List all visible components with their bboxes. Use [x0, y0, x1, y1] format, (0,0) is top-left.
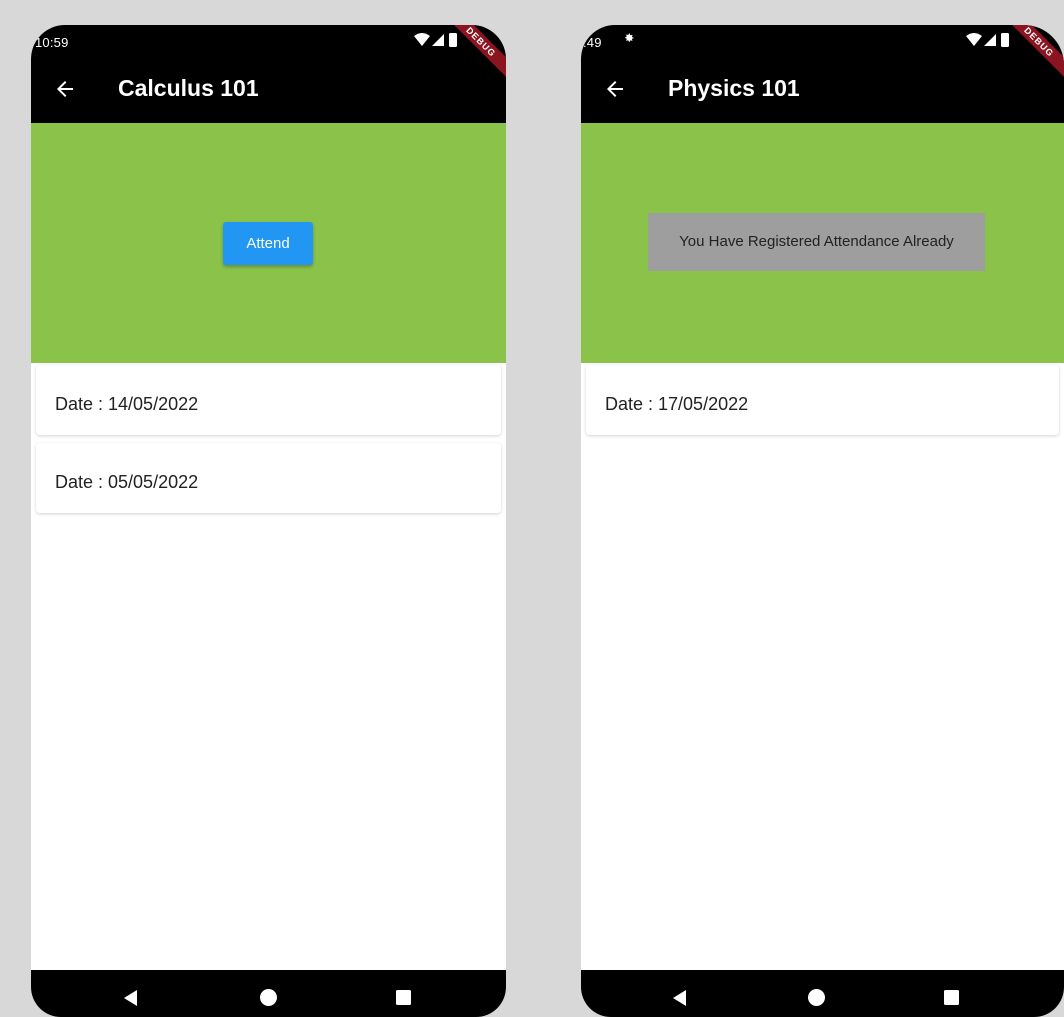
- nav-home-icon[interactable]: [808, 989, 825, 1006]
- phone-screen-calculus: 10:59 Calculus 101 DEBUG Attend Date : 1…: [31, 25, 506, 1017]
- session-date: Date : 14/05/2022: [55, 394, 199, 414]
- nav-recents-icon[interactable]: [944, 990, 959, 1005]
- nav-home-icon[interactable]: [260, 989, 277, 1006]
- phone-screen-physics: :49 Physics 101 DEBUG You Have Registere…: [581, 25, 1064, 1017]
- wifi-icon: [414, 33, 430, 46]
- session-card[interactable]: Date : 17/05/2022: [586, 365, 1059, 435]
- wifi-icon: [966, 33, 982, 46]
- attend-button[interactable]: Attend: [223, 222, 313, 265]
- app-bar: :49 Physics 101 DEBUG: [581, 25, 1064, 123]
- app-bar: 10:59 Calculus 101 DEBUG: [31, 25, 506, 123]
- battery-icon: [449, 33, 457, 47]
- signal-icon: [432, 34, 444, 46]
- page-title: Calculus 101: [118, 75, 259, 101]
- nav-back-icon[interactable]: [673, 990, 687, 1006]
- hero-panel: You Have Registered Attendance Already: [581, 123, 1064, 363]
- already-registered-notice: You Have Registered Attendance Already: [648, 213, 985, 271]
- signal-icon: [984, 34, 996, 46]
- battery-icon: [1001, 33, 1009, 47]
- system-nav-bar: [31, 970, 506, 1017]
- status-time: :49: [583, 35, 602, 50]
- back-arrow-icon[interactable]: [603, 77, 627, 101]
- session-list: Date : 14/05/2022 Date : 05/05/2022: [36, 365, 501, 521]
- status-time: 10:59: [35, 35, 69, 50]
- status-icons: [966, 33, 1009, 47]
- nav-back-icon[interactable]: [124, 990, 138, 1006]
- status-icons: [414, 33, 457, 47]
- page-title: Physics 101: [668, 75, 800, 101]
- settings-icon: [625, 33, 634, 42]
- session-card[interactable]: Date : 14/05/2022: [36, 365, 501, 435]
- back-arrow-icon[interactable]: [53, 77, 77, 101]
- nav-recents-icon[interactable]: [396, 990, 411, 1005]
- system-nav-bar: [581, 970, 1064, 1017]
- session-date: Date : 17/05/2022: [605, 394, 749, 414]
- session-date: Date : 05/05/2022: [55, 472, 199, 492]
- hero-panel: Attend: [31, 123, 506, 363]
- session-card[interactable]: Date : 05/05/2022: [36, 443, 501, 513]
- session-list: Date : 17/05/2022: [586, 365, 1059, 443]
